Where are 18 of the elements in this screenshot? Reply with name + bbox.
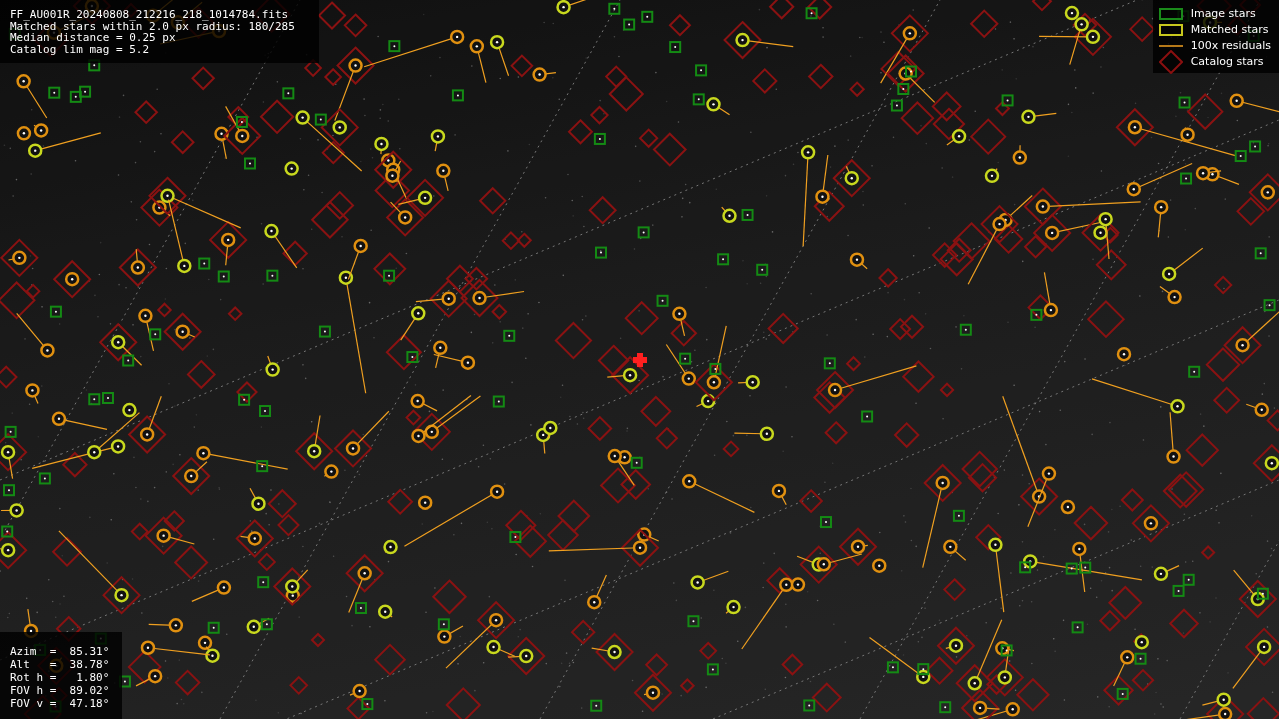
pointing-text: Rot h = 1.80°	[10, 671, 111, 684]
square-marker-icon	[1158, 7, 1183, 20]
pointing-text: Alt = 38.78°	[10, 658, 111, 671]
legend-label: Catalog stars	[1190, 55, 1264, 68]
rectangle-marker-icon	[1158, 23, 1183, 36]
crosshair-icon	[633, 353, 647, 367]
info-text: Catalog lim mag = 5.2	[10, 43, 151, 55]
pointing-text: Azim = 85.31°	[10, 645, 111, 658]
pointing-text: FOV v = 47.18°	[10, 697, 111, 710]
pointing-text: FOV h = 89.02°	[10, 684, 111, 697]
info-text: Median distance = 0.25 px	[10, 32, 176, 44]
info-text: FF_AU001R_20240808_212216_218_1014784.fits	[10, 9, 290, 21]
legend-label: Image stars	[1190, 7, 1256, 20]
legend-label: 100x residuals	[1190, 39, 1271, 52]
diamond-marker-icon	[1158, 49, 1183, 74]
info-text: Matched stars within 2.0 px radius: 180/285	[10, 20, 296, 32]
line-marker-icon	[1158, 44, 1183, 47]
legend-label: Matched stars	[1190, 23, 1269, 36]
